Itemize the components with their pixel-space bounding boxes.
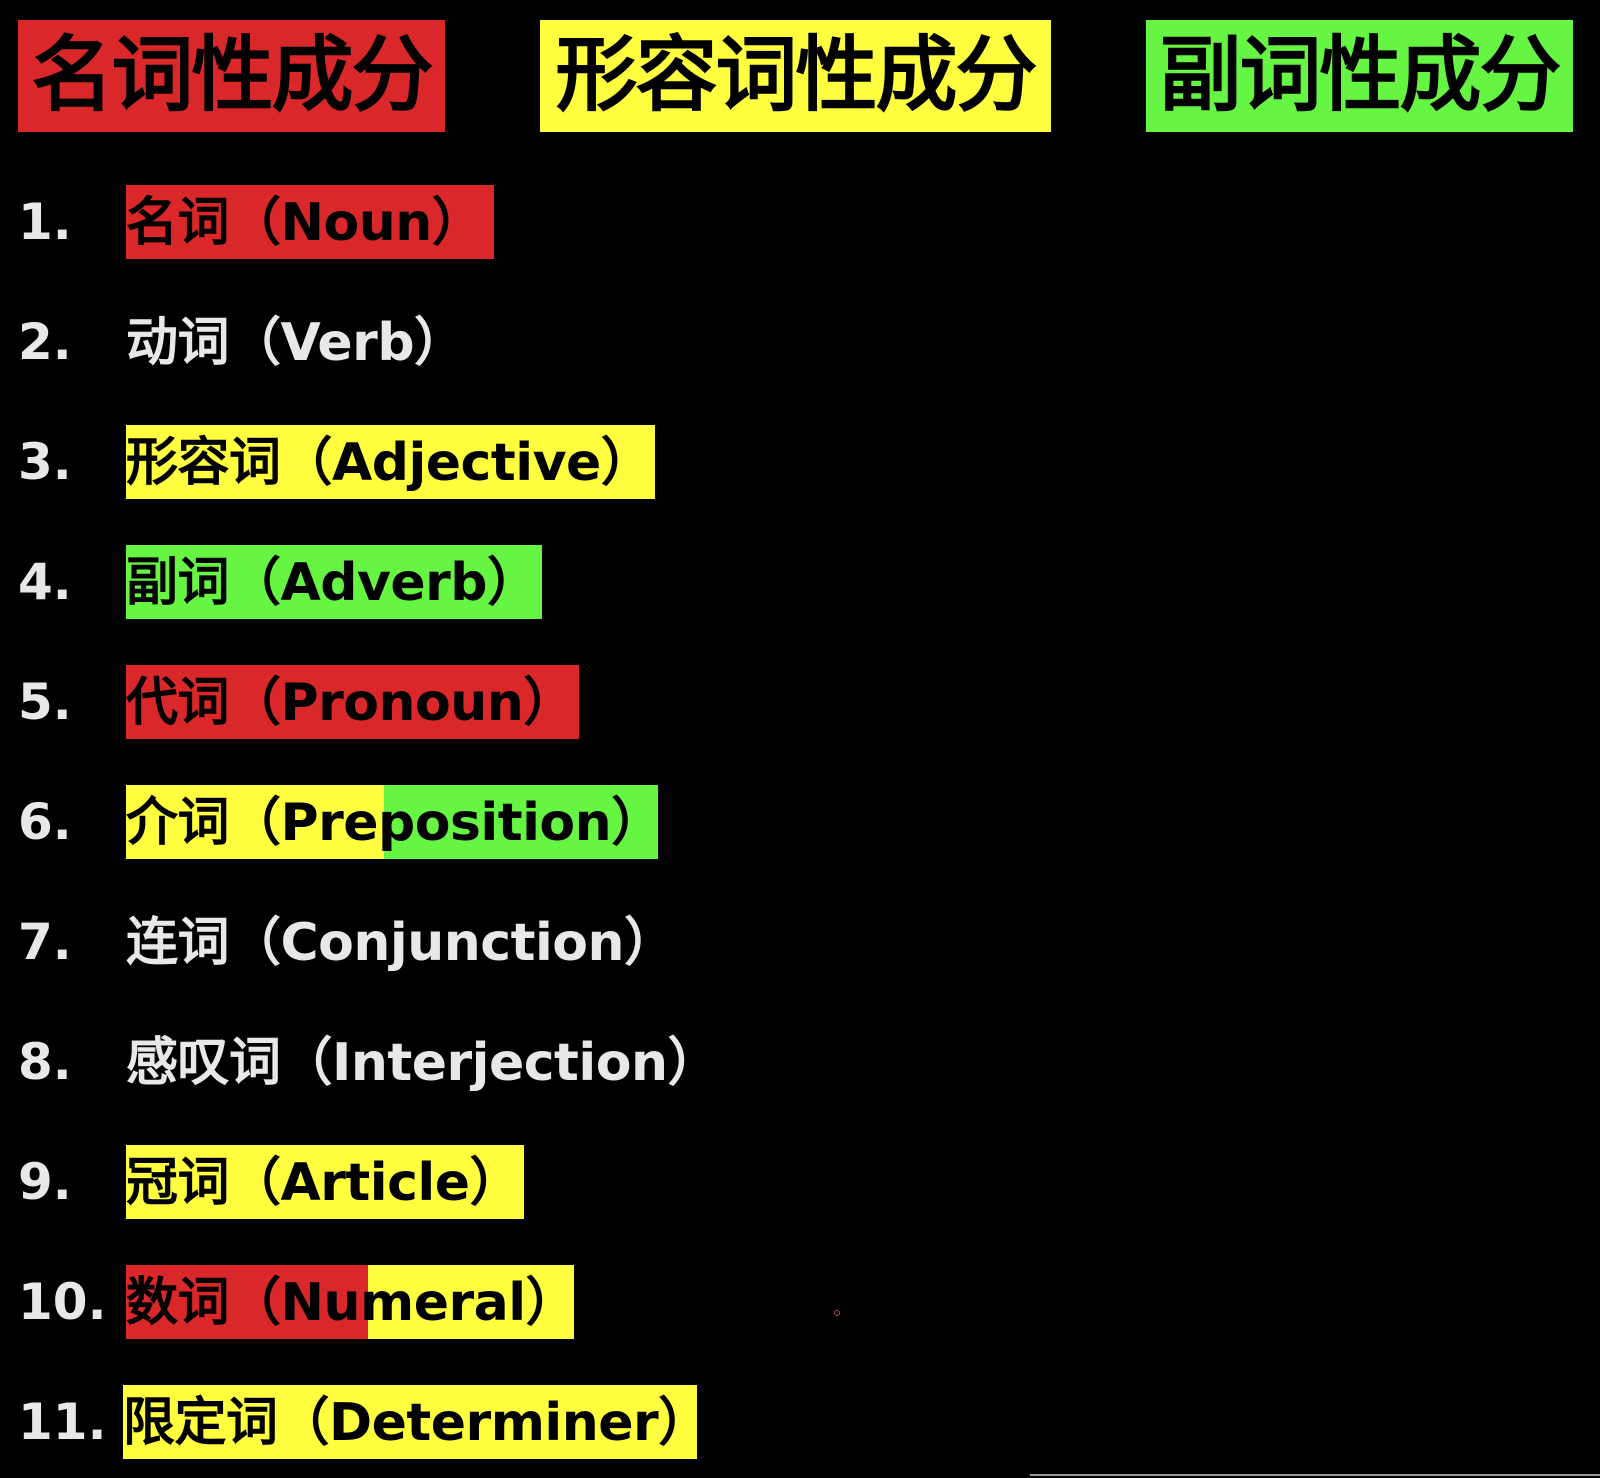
item-label-box: 代词（Pronoun） xyxy=(126,665,579,739)
list-item: 3. 形容词（Adjective） xyxy=(0,425,900,499)
item-label: 冠词（Article） xyxy=(126,1153,522,1213)
item-label: 名词（Noun） xyxy=(126,193,484,253)
item-label: 连词（Conjunction） xyxy=(126,913,676,973)
list-item: 4. 副词（Adverb） xyxy=(0,545,900,619)
item-label-box: 副词（Adverb） xyxy=(126,545,542,619)
list-item: 2. 动词（Verb） xyxy=(0,305,900,379)
stray-dot xyxy=(834,1310,840,1316)
item-label-box: 动词（Verb） xyxy=(126,305,466,379)
item-label: 介词（Preposition） xyxy=(126,793,663,853)
item-label: 动词（Verb） xyxy=(126,313,466,373)
header-noun-components: 名词性成分 xyxy=(18,20,445,132)
bottom-divider xyxy=(1030,1474,1600,1476)
item-label-box: 名词（Noun） xyxy=(126,185,494,259)
item-label-box: 冠词（Article） xyxy=(126,1145,524,1219)
item-label: 限定词（Determiner） xyxy=(123,1393,710,1453)
item-label-box: 连词（Conjunction） xyxy=(126,905,676,979)
item-number: 9. xyxy=(18,1153,72,1211)
item-label: 副词（Adverb） xyxy=(126,553,539,613)
header-adverb-components: 副词性成分 xyxy=(1146,20,1573,132)
item-number: 10. xyxy=(18,1273,107,1331)
item-number: 8. xyxy=(18,1033,72,1091)
item-number: 7. xyxy=(18,913,72,971)
item-label-box: 数词（Numeral） xyxy=(126,1265,578,1339)
item-number: 6. xyxy=(18,793,72,851)
item-label-box: 形容词（Adjective） xyxy=(126,425,655,499)
list-item: 7. 连词（Conjunction） xyxy=(0,905,900,979)
item-number: 11. xyxy=(18,1393,107,1451)
item-label: 感叹词（Interjection） xyxy=(126,1033,719,1093)
item-number: 4. xyxy=(18,553,72,611)
slide-canvas: 名词性成分 形容词性成分 副词性成分 1. 名词（Noun） 2. 动词（Ver… xyxy=(0,0,1600,1478)
item-number: 3. xyxy=(18,433,72,491)
list-item: 11. 限定词（Determiner） xyxy=(0,1385,900,1459)
item-label: 代词（Pronoun） xyxy=(126,673,575,733)
list-item: 8. 感叹词（Interjection） xyxy=(0,1025,900,1099)
list-item: 9. 冠词（Article） xyxy=(0,1145,900,1219)
header-adjective-components: 形容词性成分 xyxy=(540,20,1051,132)
item-label: 形容词（Adjective） xyxy=(126,433,653,493)
item-number: 1. xyxy=(18,193,72,251)
list-item: 6. 介词（Preposition） xyxy=(0,785,900,859)
list-item: 10. 数词（Numeral） xyxy=(0,1265,900,1339)
item-number: 2. xyxy=(18,313,72,371)
list-item: 1. 名词（Noun） xyxy=(0,185,900,259)
item-label-box: 限定词（Determiner） xyxy=(123,1385,710,1459)
item-label-box: 感叹词（Interjection） xyxy=(126,1025,719,1099)
item-label-box: 介词（Preposition） xyxy=(126,785,663,859)
item-label: 数词（Numeral） xyxy=(126,1273,578,1333)
item-number: 5. xyxy=(18,673,72,731)
list-item: 5. 代词（Pronoun） xyxy=(0,665,900,739)
